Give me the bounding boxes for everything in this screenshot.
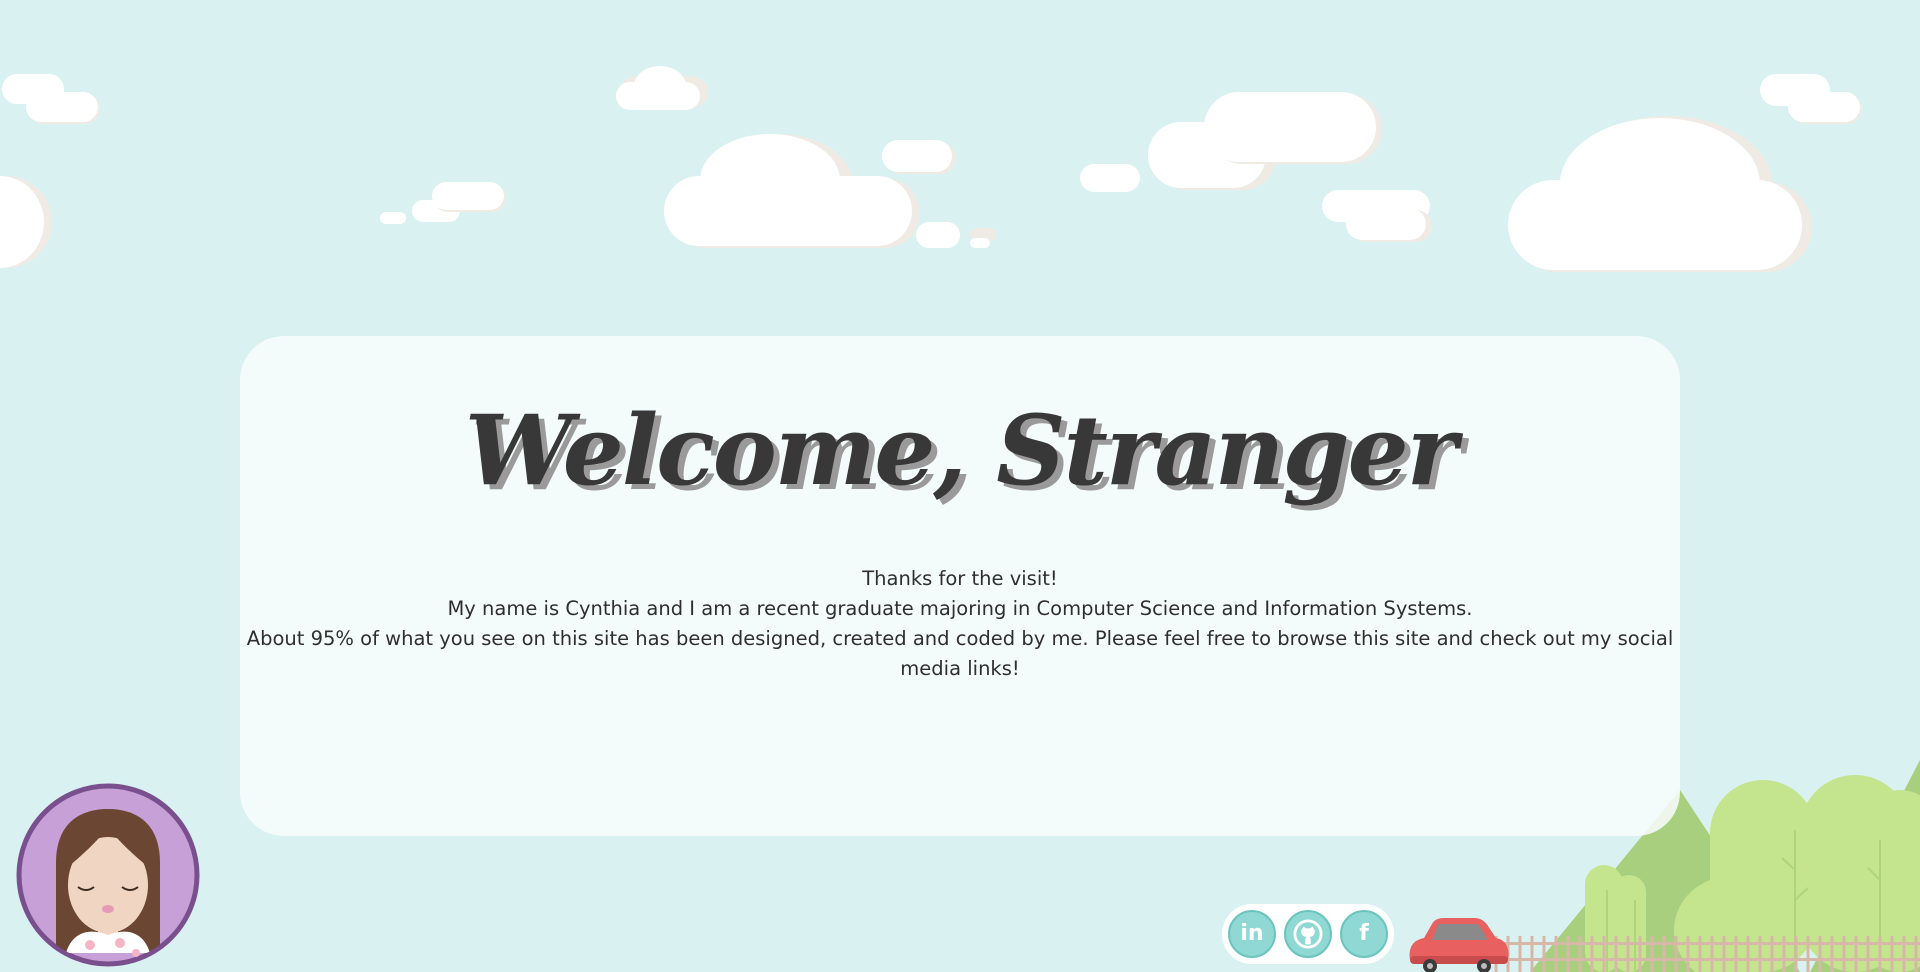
social-links: in f bbox=[1222, 904, 1394, 964]
github-icon bbox=[1293, 919, 1323, 949]
intro-line: About 95% of what you see on this site h… bbox=[246, 627, 1674, 680]
intro-line: My name is Cynthia and I am a recent gra… bbox=[447, 597, 1473, 620]
cloud bbox=[1508, 116, 1812, 272]
intro-text: Thanks for the visit! My name is Cynthia… bbox=[240, 564, 1680, 684]
cloud bbox=[2, 74, 100, 124]
car-illustration bbox=[1409, 918, 1509, 972]
facebook-button[interactable]: f bbox=[1340, 910, 1388, 958]
cloud bbox=[1322, 190, 1432, 242]
cloud bbox=[1080, 92, 1382, 192]
cloud bbox=[616, 66, 708, 110]
avatar bbox=[16, 783, 200, 967]
page-title: Welcome, Stranger bbox=[464, 394, 1458, 507]
welcome-card: Welcome, Stranger Thanks for the visit! … bbox=[240, 336, 1680, 836]
facebook-icon: f bbox=[1359, 921, 1369, 946]
cloud bbox=[380, 182, 506, 224]
linkedin-button[interactable]: in bbox=[1228, 910, 1276, 958]
intro-line: Thanks for the visit! bbox=[862, 567, 1058, 590]
linkedin-icon: in bbox=[1240, 921, 1264, 946]
cloud bbox=[664, 134, 920, 248]
github-button[interactable] bbox=[1284, 910, 1332, 958]
cloud bbox=[1760, 74, 1862, 124]
sky-clouds bbox=[0, 66, 1862, 272]
cloud bbox=[0, 176, 52, 268]
